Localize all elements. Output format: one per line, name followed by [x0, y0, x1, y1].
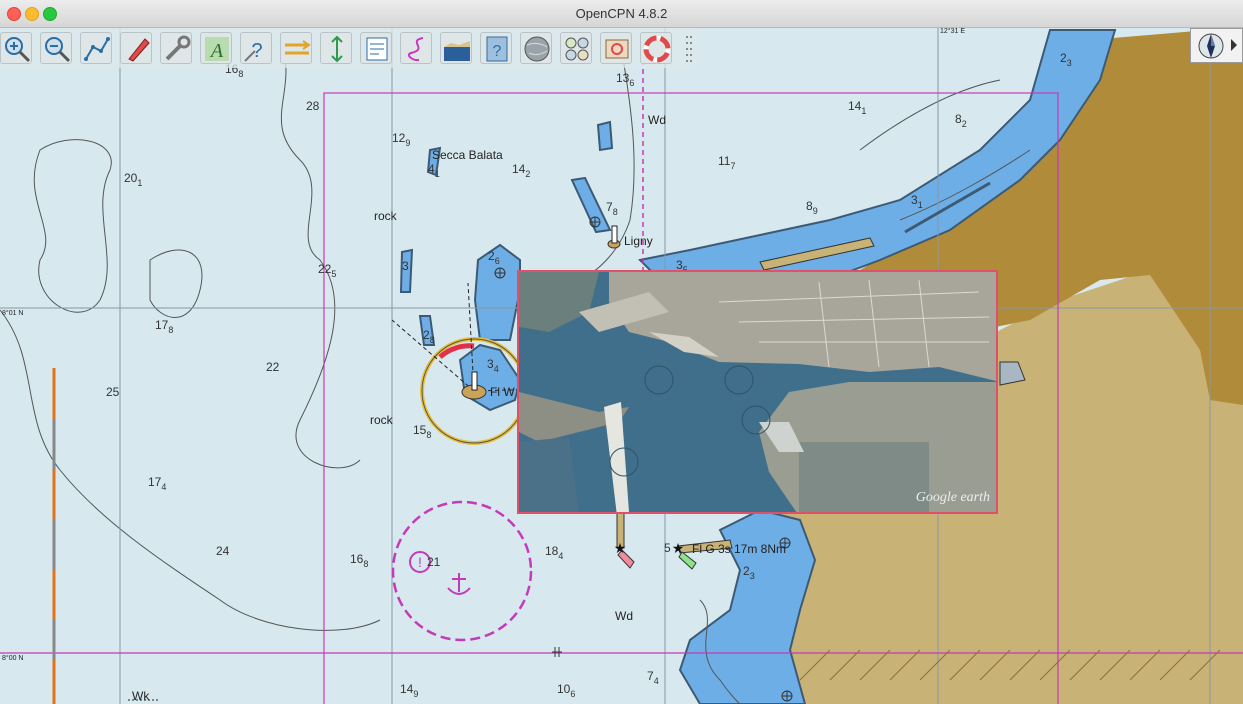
depth-value: 3 [402, 259, 409, 273]
print-icon [366, 37, 388, 61]
print-button[interactable] [360, 32, 392, 64]
query-icon: ? [244, 40, 263, 62]
ship-icon [128, 38, 150, 62]
zoom-out-icon [45, 37, 71, 63]
route-manager-icon [285, 40, 311, 55]
toolbar: A?? [0, 28, 698, 68]
help-icon: ? [486, 36, 508, 62]
ais-button[interactable] [440, 32, 472, 64]
toolbar-grip-icon[interactable] [685, 34, 693, 64]
depth-value: 21 [427, 555, 441, 569]
route-icon [84, 37, 110, 61]
settings-button[interactable] [160, 32, 192, 64]
label-fl-w: Fl W [490, 385, 515, 399]
mob-button[interactable] [640, 32, 672, 64]
label-latitude-2: 8°00 N [2, 654, 23, 662]
svg-text:?: ? [251, 40, 262, 62]
svg-text:★: ★ [614, 541, 627, 557]
dashboard-button[interactable] [560, 32, 592, 64]
label-rock: rock [374, 209, 398, 223]
globe-icon [524, 36, 550, 62]
svg-text:★: ★ [672, 541, 685, 557]
depth-value: 24 [216, 544, 230, 558]
label-wd: Wd [648, 113, 666, 127]
compass-icon [1198, 33, 1237, 59]
dashboard-icon [565, 37, 589, 61]
track-icon [407, 37, 424, 62]
route-button[interactable] [80, 32, 112, 64]
label-wd-2: Wd [615, 609, 633, 623]
route-manager-button[interactable] [280, 32, 312, 64]
wrench-icon [165, 35, 191, 61]
label-ligny: Ligny [624, 234, 653, 248]
chart-downloader-button[interactable] [600, 32, 632, 64]
zoom-in-button[interactable] [0, 32, 32, 64]
google-earth-overlay[interactable]: Google earth [517, 270, 998, 514]
svg-text:?: ? [493, 43, 502, 60]
ais-icon [444, 41, 470, 61]
title-bar: OpenCPN 4.8.2 [0, 0, 1243, 28]
depth-value: 5 [664, 541, 671, 555]
svg-text:!: ! [418, 554, 422, 570]
globe-button[interactable] [520, 32, 552, 64]
help-button[interactable]: ? [480, 32, 512, 64]
opencpn-window: OpenCPN 4.8.2 ! ★ ★ Secca Balata rock ro… [0, 0, 1243, 704]
chart-downloader-icon [605, 39, 629, 59]
depth-value: 25 [106, 385, 120, 399]
text-button[interactable]: A [200, 32, 232, 64]
label-wreck: Wk [132, 689, 150, 703]
lifebuoy-icon [643, 35, 671, 63]
tide-button[interactable] [320, 32, 352, 64]
label-longitude: 12°31 E [940, 27, 965, 35]
label-rock-2: rock [370, 413, 394, 427]
google-earth-attribution: Google earth [915, 490, 990, 505]
label-fl-g: Fl G 3s 17m 8Nm [692, 542, 786, 556]
query-button[interactable]: ? [240, 32, 272, 64]
text-icon: A [205, 37, 229, 62]
compass-widget[interactable] [1190, 28, 1243, 63]
depth-value: 22 [266, 360, 280, 374]
tide-icon [331, 35, 343, 63]
depth-value: 28 [306, 99, 320, 113]
satellite-image [519, 272, 996, 512]
window-title: OpenCPN 4.8.2 [575, 6, 668, 21]
track-button[interactable] [400, 32, 432, 64]
shoal-north [596, 120, 614, 152]
ship-button[interactable] [120, 32, 152, 64]
zoom-in-icon [5, 37, 31, 63]
label-secca-balata: Secca Balata [432, 148, 503, 162]
zoom-out-button[interactable] [40, 32, 72, 64]
svg-text:A: A [209, 40, 224, 62]
label-latitude-1: 8°01 N [2, 309, 23, 317]
